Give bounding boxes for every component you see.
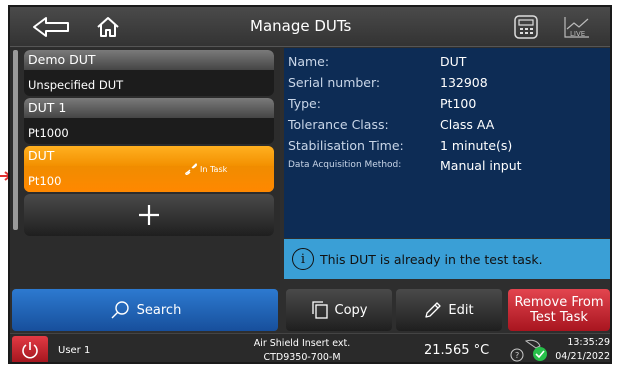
search-button[interactable]: Search [12, 289, 278, 331]
time: 13:35:29 [567, 337, 610, 348]
link-icon [185, 163, 198, 176]
edit-button[interactable]: Edit [396, 289, 502, 331]
remove-from-test-task-button[interactable]: Remove From Test Task [508, 289, 610, 331]
device-screen: Manage DUTs LIVE Demo DUT Unspecified DU… [8, 5, 612, 364]
live-chart-icon: LIVE [564, 17, 589, 38]
dut-type: Pt100 [28, 174, 62, 188]
device-status-icon[interactable]: ? [508, 337, 552, 364]
list-item-demo-dut[interactable]: Demo DUT Unspecified DUT [24, 50, 274, 96]
plus-icon [139, 205, 159, 225]
home-icon [97, 17, 119, 37]
date: 04/21/2022 [555, 351, 610, 362]
info-icon: i [292, 248, 314, 270]
pencil-icon [425, 302, 442, 318]
list-scrollbar[interactable] [13, 50, 18, 230]
info-message: i This DUT is already in the test task. [284, 239, 610, 279]
in-task-badge: In Task [184, 162, 227, 176]
dut-name: DUT [24, 146, 274, 166]
list-item-dut-selected[interactable]: DUT Pt100 In Task [24, 146, 274, 192]
svg-text:LIVE: LIVE [570, 30, 585, 38]
clock: 13:35:29 04/21/2022 [554, 336, 610, 362]
home-button[interactable] [90, 11, 126, 43]
calculator-button[interactable] [510, 11, 542, 43]
dut-type: Pt1000 [24, 118, 274, 144]
calculator-icon [514, 15, 538, 39]
list-item-dut-1[interactable]: DUT 1 Pt1000 [24, 98, 274, 144]
live-view-button[interactable]: LIVE [560, 11, 594, 43]
power-icon [22, 342, 38, 359]
user-name: User 1 [58, 345, 91, 356]
dut-list: Demo DUT Unspecified DUT DUT 1 Pt1000 DU… [10, 48, 280, 288]
temperature-readout: 21.565 °C [424, 343, 490, 358]
sensor-info: Air Shield Insert ext. CTD9350-700-M [253, 338, 351, 363]
header-bar: Manage DUTs LIVE [10, 7, 610, 47]
info-text: This DUT is already in the test task. [320, 251, 543, 267]
dut-type: Unspecified DUT [24, 70, 274, 96]
dut-name: Demo DUT [24, 50, 274, 70]
svg-text:?: ? [515, 351, 519, 360]
dut-name: DUT 1 [24, 98, 274, 118]
dut-details: Name: DUT Serial number: 132908 Type: Pt… [284, 48, 610, 238]
add-dut-button[interactable] [24, 194, 274, 236]
search-icon [111, 301, 129, 319]
page-title: Manage DUTs [250, 17, 352, 35]
copy-icon [311, 301, 328, 319]
back-button[interactable] [30, 11, 74, 43]
power-button[interactable] [12, 336, 48, 362]
copy-button[interactable]: Copy [286, 289, 392, 331]
status-bar: User 1 Air Shield Insert ext. CTD9350-70… [10, 333, 610, 364]
back-arrow-icon [33, 17, 69, 37]
